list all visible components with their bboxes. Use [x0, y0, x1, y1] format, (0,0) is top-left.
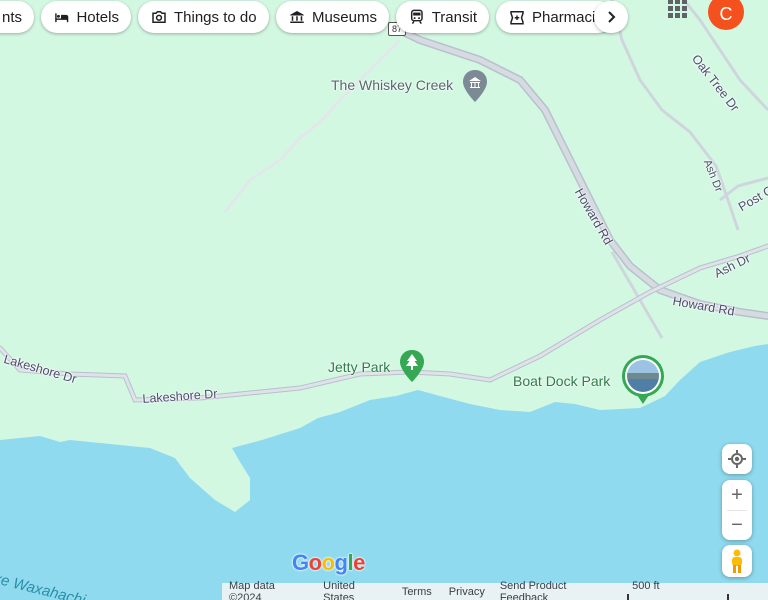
- chip-label: nts: [1, 8, 22, 26]
- zoom-out-label: −: [731, 514, 743, 536]
- chip-restaurants[interactable]: nts: [0, 1, 34, 33]
- chevron-right-icon: [608, 11, 616, 23]
- boat-dock-photo-pin[interactable]: [621, 355, 665, 410]
- museum-pin-icon[interactable]: [463, 70, 487, 107]
- zoom-controls: + −: [722, 480, 752, 540]
- send-feedback-link[interactable]: Send Product Feedback: [492, 580, 617, 600]
- bed-icon: [55, 13, 69, 23]
- privacy-link[interactable]: Privacy: [439, 586, 492, 598]
- map-data-attribution: Map data ©2024: [229, 579, 275, 600]
- scale-label: 500 ft: [632, 579, 660, 592]
- park-pin-icon[interactable]: [400, 350, 424, 387]
- map-canvas[interactable]: Oak Tree Dr Ash Dr Post O Howard Rd Ash …: [0, 0, 768, 600]
- chip-label: Museums: [311, 8, 377, 26]
- chip-things-to-do[interactable]: Things to do: [138, 1, 269, 33]
- avatar-initial: C: [719, 3, 733, 24]
- chip-label: Transit: [431, 8, 477, 26]
- zoom-in-label: +: [731, 483, 743, 506]
- region-link[interactable]: United States: [312, 580, 392, 600]
- camera-icon: [152, 11, 166, 23]
- category-chips: nts Hotels Things to do Museums Transit …: [0, 0, 768, 36]
- street-view-pegman-button[interactable]: [722, 545, 752, 577]
- poi-label-whiskey-creek[interactable]: The Whiskey Creek: [331, 77, 453, 93]
- scale-control[interactable]: 500 ft: [617, 580, 768, 600]
- my-location-icon: [722, 444, 752, 474]
- chip-label: Things to do: [174, 8, 257, 26]
- chip-museums[interactable]: Museums: [276, 1, 389, 33]
- scale-bar: [627, 593, 730, 600]
- park-label-jetty-park[interactable]: Jetty Park: [328, 359, 390, 375]
- google-logo: Google: [292, 550, 365, 575]
- chip-hotels[interactable]: Hotels: [41, 1, 131, 33]
- chip-transit[interactable]: Transit: [396, 1, 489, 33]
- apps-grid-icon[interactable]: [668, 0, 688, 18]
- pharmacy-icon: [510, 11, 524, 25]
- museum-icon: [290, 11, 304, 23]
- park-label-boat-dock-park[interactable]: Boat Dock Park: [513, 373, 610, 389]
- map-footer: Map data ©2024 United States Terms Priva…: [222, 579, 768, 600]
- my-location-button[interactable]: [722, 444, 752, 474]
- chips-scroll-right-button[interactable]: [594, 1, 628, 33]
- terms-link[interactable]: Terms: [392, 586, 439, 598]
- train-icon: [410, 9, 423, 25]
- zoom-out-button[interactable]: −: [722, 511, 752, 540]
- chip-label: Pharmaci: [532, 8, 596, 26]
- pegman-icon: [722, 545, 752, 577]
- chip-label: Hotels: [76, 8, 119, 26]
- zoom-in-button[interactable]: +: [722, 480, 752, 510]
